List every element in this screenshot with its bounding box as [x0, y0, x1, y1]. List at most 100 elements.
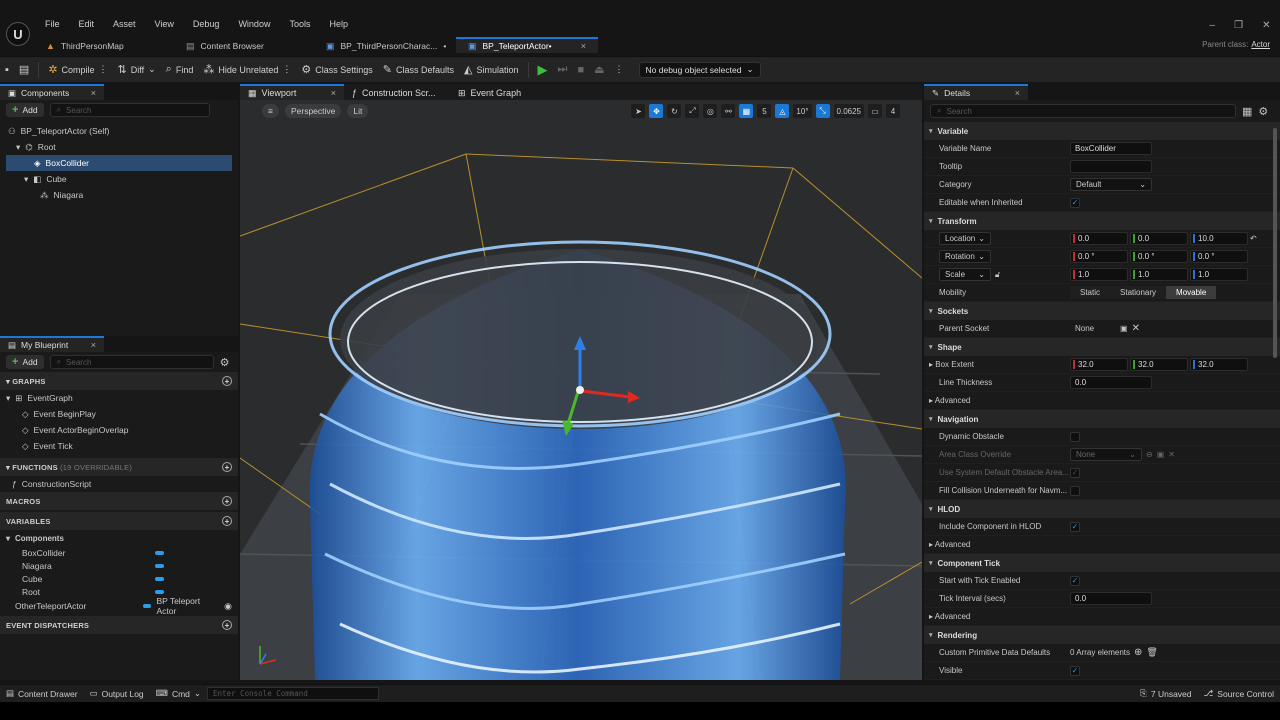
content-drawer-button[interactable]: ▤ Content Drawer: [0, 688, 84, 699]
reset-icon[interactable]: ↶: [1250, 234, 1257, 243]
menu-help[interactable]: Help: [329, 19, 348, 29]
debug-object-select[interactable]: No debug object selected ⌄: [638, 61, 761, 78]
add-component-button[interactable]: + Add: [6, 103, 44, 117]
location-z-field[interactable]: 10.0: [1190, 232, 1248, 245]
rotation-x-field[interactable]: 0.0 °: [1070, 250, 1128, 263]
eject-button[interactable]: ⏏: [589, 59, 609, 81]
grid-snap-icon[interactable]: ▦: [739, 104, 754, 118]
tab-components[interactable]: ▣ Components ×: [0, 84, 104, 100]
hide-unrelated-button[interactable]: ⁂ Hide Unrelated ⋮: [198, 59, 296, 81]
add-function-icon[interactable]: +: [222, 462, 232, 472]
tooltip-field[interactable]: [1070, 160, 1152, 173]
section-hlod[interactable]: ▾ HLOD: [924, 500, 1280, 518]
close-tab-icon[interactable]: ×: [91, 88, 96, 98]
variables-section[interactable]: VARIABLES +: [0, 512, 238, 530]
start-tick-checkbox[interactable]: ✓: [1070, 575, 1080, 586]
browse-button[interactable]: ▤: [14, 59, 34, 81]
viewport-scene[interactable]: [240, 84, 922, 680]
add-dispatcher-icon[interactable]: +: [222, 620, 232, 630]
unsaved-button[interactable]: ⎘ 7 Unsaved: [1134, 688, 1197, 699]
tab-details[interactable]: ✎ Details ×: [924, 84, 1028, 100]
tab-viewport[interactable]: ▦ Viewport ×: [240, 84, 344, 100]
lock-icon[interactable]: 🔓︎: [995, 270, 1000, 280]
list-item-function[interactable]: ƒ ConstructionScript: [12, 476, 226, 492]
parent-class-link[interactable]: Actor: [1251, 40, 1270, 49]
functions-section[interactable]: ▾ FUNCTIONS (19 OVERRIDABLE) +: [0, 458, 238, 476]
mobility-static[interactable]: Static: [1070, 286, 1111, 299]
event-dispatchers-section[interactable]: EVENT DISPATCHERS +: [0, 616, 238, 634]
class-settings-button[interactable]: ⚙ Class Settings: [296, 59, 377, 81]
close-tab-icon[interactable]: ×: [331, 88, 336, 98]
section-component-tick[interactable]: ▾ Component Tick: [924, 554, 1280, 572]
doc-tab-bp-teleportactor[interactable]: ▣ BP_TeleportActor• ×: [456, 37, 598, 53]
maximize-icon[interactable]: ❐: [1234, 20, 1243, 34]
doc-tab-content-browser[interactable]: ▤ Content Browser: [174, 37, 314, 53]
menu-asset[interactable]: Asset: [113, 19, 136, 29]
row-tick-advanced[interactable]: ▸ Advanced: [924, 608, 1280, 626]
trash-icon[interactable]: 🗑︎: [1146, 647, 1157, 658]
world-space-icon[interactable]: ◎: [703, 104, 718, 118]
tree-item-root[interactable]: ▾ ⌬ Root: [6, 139, 232, 155]
viewport-menu-button[interactable]: ≡: [262, 104, 279, 118]
camera-speed-value[interactable]: 4: [886, 104, 900, 118]
source-control-button[interactable]: ⎇ Source Control: [1198, 688, 1280, 699]
include-hlod-checkbox[interactable]: ✓: [1070, 521, 1080, 532]
simulation-button[interactable]: ◭ Simulation: [459, 59, 524, 81]
box-extent-x-field[interactable]: 32.0: [1070, 358, 1128, 371]
class-defaults-button[interactable]: ✎ Class Defaults: [378, 59, 459, 81]
find-button[interactable]: ⌕ Find: [161, 59, 199, 81]
compile-button[interactable]: ✲ Compile ⋮: [43, 59, 112, 81]
close-window-icon[interactable]: ✕: [1262, 20, 1270, 34]
scale-x-field[interactable]: 1.0: [1070, 268, 1128, 281]
perspective-button[interactable]: Perspective: [284, 104, 342, 118]
eye-icon[interactable]: ◉: [224, 601, 232, 612]
gear-icon[interactable]: ⚙: [220, 356, 230, 369]
category-dropdown[interactable]: Default ⌄: [1070, 178, 1152, 191]
section-rendering[interactable]: ▾ Rendering: [924, 626, 1280, 644]
menu-window[interactable]: Window: [238, 19, 270, 29]
menu-tools[interactable]: Tools: [289, 19, 310, 29]
play-options-button[interactable]: ⋮: [610, 59, 629, 81]
play-button[interactable]: ▶: [533, 59, 553, 81]
macros-section[interactable]: MACROS +: [0, 492, 238, 510]
viewport-panel[interactable]: ▦ Viewport × ƒ Construction Scr... ⊞ Event G…: [240, 84, 922, 680]
tab-construction-script[interactable]: ƒ Construction Scr...: [344, 84, 450, 100]
variable-item[interactable]: BoxCollider: [6, 546, 232, 559]
gear-icon[interactable]: ⚙: [1258, 105, 1268, 118]
list-item-event[interactable]: ◇ Event BeginPlay: [6, 406, 232, 422]
close-tab-icon[interactable]: ×: [1015, 88, 1020, 98]
my-blueprint-search-input[interactable]: ⌕ Search: [49, 355, 214, 369]
save-button[interactable]: ▪: [0, 59, 14, 81]
camera-speed-icon[interactable]: ▭: [868, 104, 882, 118]
dynamic-obstacle-checkbox[interactable]: [1070, 431, 1080, 442]
location-dropdown[interactable]: Location ⌄: [939, 232, 991, 245]
lit-button[interactable]: Lit: [347, 104, 369, 118]
step-button[interactable]: ⏭: [553, 59, 573, 81]
select-mode-icon[interactable]: ➤: [631, 104, 646, 118]
scale-y-field[interactable]: 1.0: [1130, 268, 1188, 281]
details-scrollbar[interactable]: [1273, 128, 1277, 358]
surface-snap-icon[interactable]: ⚯: [721, 104, 736, 118]
line-thickness-field[interactable]: 0.0: [1070, 376, 1152, 389]
variable-item[interactable]: Cube: [6, 572, 232, 585]
menu-view[interactable]: View: [155, 19, 174, 29]
scale-snap-icon[interactable]: ⤡: [815, 104, 830, 118]
menu-edit[interactable]: Edit: [79, 19, 95, 29]
add-macro-icon[interactable]: +: [222, 496, 232, 506]
grid-snap-value[interactable]: 5: [757, 104, 772, 118]
add-element-icon[interactable]: ⊕: [1134, 647, 1142, 658]
console-input[interactable]: Enter Console Command: [207, 687, 380, 700]
section-transform[interactable]: ▾ Transform: [924, 212, 1280, 230]
mobility-movable[interactable]: Movable: [1166, 286, 1217, 299]
stop-button[interactable]: ■: [572, 59, 589, 81]
rotation-z-field[interactable]: 0.0 °: [1190, 250, 1248, 263]
table-view-icon[interactable]: ▦: [1242, 105, 1252, 118]
section-sockets[interactable]: ▾ Sockets: [924, 302, 1280, 320]
translate-mode-icon[interactable]: ✥: [649, 104, 664, 118]
section-shape[interactable]: ▾ Shape: [924, 338, 1280, 356]
rotation-snap-icon[interactable]: ◬: [775, 104, 790, 118]
doc-tab-thirdpersonmap[interactable]: ▲ ThirdPersonMap: [34, 37, 174, 53]
scale-mode-icon[interactable]: ⤢: [685, 104, 700, 118]
doc-tab-bp-thirdperson[interactable]: ▣ BP_ThirdPersonCharac... •: [314, 37, 456, 53]
diff-button[interactable]: ⇅ Diff ⌄: [113, 59, 161, 81]
